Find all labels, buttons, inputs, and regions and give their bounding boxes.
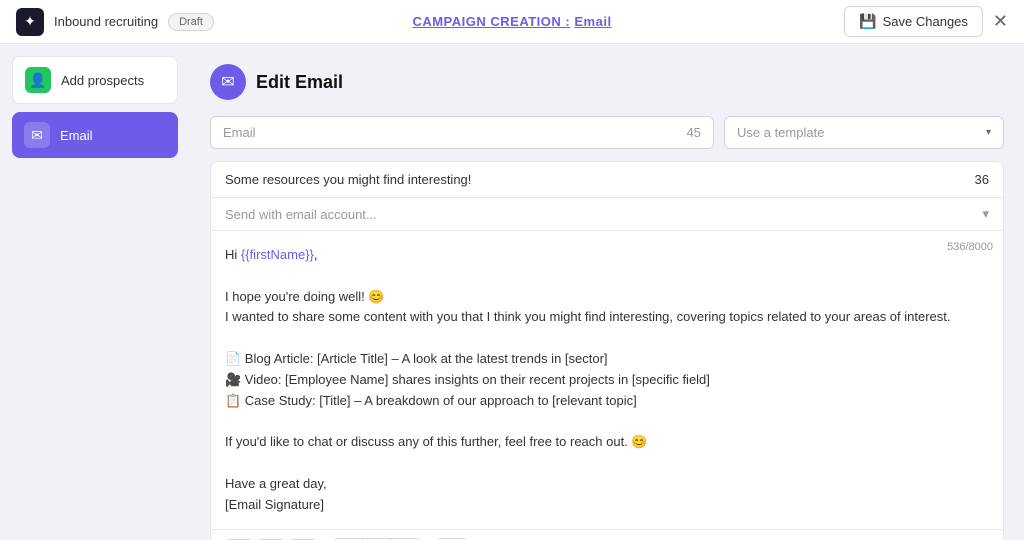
add-prospects-icon: 👤 xyxy=(25,67,51,93)
top-bar: ✦ Inbound recruiting Draft CAMPAIGN CREA… xyxy=(0,0,1024,44)
edit-email-header: ✉ Edit Email xyxy=(210,64,1004,100)
subject-text: Some resources you might find interestin… xyxy=(225,172,471,187)
subject-row[interactable]: Some resources you might find interestin… xyxy=(211,162,1003,198)
send-account-row[interactable]: Send with email account... ▾ xyxy=(211,198,1003,231)
save-icon: 💾 xyxy=(859,13,876,30)
email-sidebar-icon: ✉ xyxy=(24,122,50,148)
close-button[interactable]: ✕ xyxy=(993,11,1008,32)
send-account-chevron-icon: ▾ xyxy=(982,206,989,222)
subject-char-count: 36 xyxy=(975,172,989,187)
send-account-placeholder: Send with email account... xyxy=(225,207,377,222)
sidebar-item-email[interactable]: ✉ Email xyxy=(12,112,178,158)
editor-body[interactable]: 536/8000 Hi {{firstName}}, I hope you're… xyxy=(211,231,1003,529)
editor-toolbar: B I U ≡ ≡ ≡ ☰ xyxy=(211,529,1003,540)
email-field-label: Email xyxy=(223,125,256,140)
template-select[interactable]: Use a template ▾ xyxy=(724,116,1004,149)
email-field[interactable]: Email 45 xyxy=(210,116,714,149)
sidebar: 👤 Add prospects ✉ Email xyxy=(0,44,190,540)
company-name: Inbound recruiting xyxy=(54,14,158,29)
sidebar-item-email-label: Email xyxy=(60,128,93,143)
campaign-title: CAMPAIGN CREATION : Email xyxy=(412,14,611,29)
logo-icon: ✦ xyxy=(16,8,44,36)
draft-badge: Draft xyxy=(168,13,214,31)
body-char-count: 536/8000 xyxy=(947,239,993,257)
email-row: Email 45 Use a template ▾ xyxy=(210,116,1004,149)
chevron-down-icon: ▾ xyxy=(986,127,991,138)
sidebar-item-add-prospects-label: Add prospects xyxy=(61,73,144,88)
firstname-variable: {{firstName}} xyxy=(241,247,314,262)
top-bar-right: 💾 Save Changes ✕ xyxy=(844,6,1008,37)
page-title: Edit Email xyxy=(256,72,343,93)
content-area: ✉ Edit Email Email 45 Use a template ▾ S… xyxy=(190,44,1024,540)
top-bar-left: ✦ Inbound recruiting Draft xyxy=(16,8,214,36)
editor-box: Some resources you might find interestin… xyxy=(210,161,1004,540)
body-text: Hi {{firstName}}, I hope you're doing we… xyxy=(225,245,989,515)
template-placeholder: Use a template xyxy=(737,125,824,140)
edit-email-icon: ✉ xyxy=(210,64,246,100)
main-layout: 👤 Add prospects ✉ Email ✉ Edit Email Ema… xyxy=(0,44,1024,540)
sidebar-item-add-prospects[interactable]: 👤 Add prospects xyxy=(12,56,178,104)
save-changes-button[interactable]: 💾 Save Changes xyxy=(844,6,983,37)
email-char-count: 45 xyxy=(687,125,701,140)
